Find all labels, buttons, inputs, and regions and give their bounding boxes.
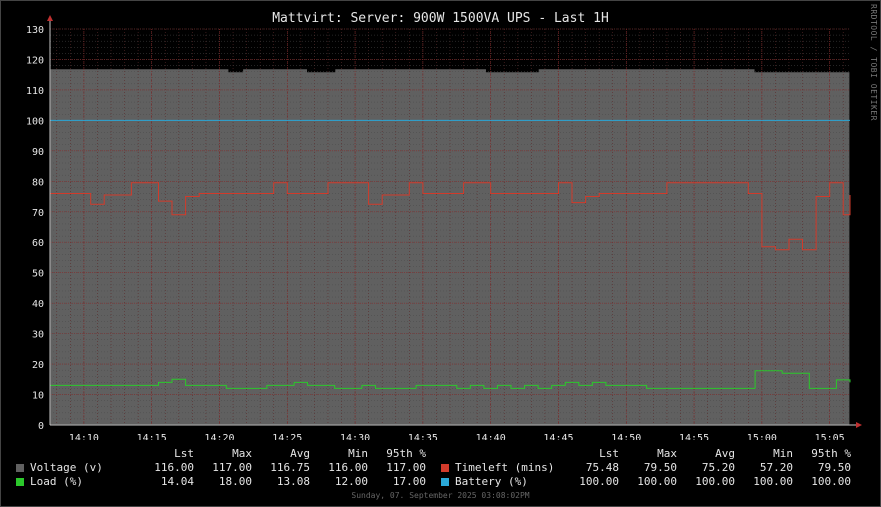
x-tick-label: 14:15	[137, 433, 167, 440]
legend-swatch	[16, 478, 24, 486]
legend-value-min: 12.00	[334, 475, 368, 488]
legend-value-95th: 117.00	[386, 461, 426, 474]
x-tick-label: 15:05	[815, 433, 845, 440]
legend-header-lst: Lst	[174, 447, 194, 460]
y-tick-label: 10	[32, 391, 44, 402]
chart-plot: 0 10 20 30 40 50 60 70 80 90 100 110 120 130 14:10 14:1…	[26, 15, 862, 440]
legend-value-max: 18.00	[218, 475, 252, 488]
legend-header-right: Lst Max Avg Min 95th %	[435, 447, 855, 461]
y-tick-label: 30	[32, 330, 44, 341]
x-tick-label: 15:00	[747, 433, 777, 440]
legend-label: Timeleft (mins)	[455, 461, 555, 474]
legend-header-max: Max	[232, 447, 252, 460]
legend-value-avg: 100.00	[695, 475, 735, 488]
legend-value-min: 57.20	[759, 461, 793, 474]
legend-header-left: Lst Max Avg Min 95th %	[10, 447, 430, 461]
legend-value-95th: 100.00	[811, 475, 851, 488]
y-tick-label: 130	[26, 25, 44, 36]
y-tick-label: 70	[32, 208, 44, 219]
y-tick-label: 120	[26, 55, 44, 66]
y-tick-label: 50	[32, 269, 44, 280]
x-tick-label: 14:40	[476, 433, 506, 440]
legend-value-avg: 116.75	[270, 461, 310, 474]
y-tick-label: 60	[32, 238, 44, 249]
y-tick-label: 90	[32, 147, 44, 158]
legend-value-lst: 116.00	[154, 461, 194, 474]
legend-header-lst: Lst	[599, 447, 619, 460]
legend-header-avg: Avg	[290, 447, 310, 460]
y-tick-label: 100	[26, 116, 44, 127]
legend-swatch	[441, 478, 449, 486]
legend-header-min: Min	[348, 447, 368, 460]
x-tick-label: 14:45	[543, 433, 573, 440]
timestamp-footer: Sunday, 07. September 2025 03:08:02PM	[351, 491, 530, 500]
legend-label: Battery (%)	[455, 475, 528, 488]
legend-header-max: Max	[657, 447, 677, 460]
legend-value-min: 100.00	[753, 475, 793, 488]
legend-value-min: 116.00	[328, 461, 368, 474]
legend-value-max: 117.00	[212, 461, 252, 474]
y-tick-label: 80	[32, 177, 44, 188]
legend-item-load: Load (%) 14.04 18.00 13.08 12.00 17.00	[10, 475, 430, 489]
x-tick-label: 14:55	[679, 433, 709, 440]
y-axis-arrow	[47, 15, 53, 21]
y-tick-label: 110	[26, 86, 44, 97]
legend-label: Load (%)	[30, 475, 83, 488]
legend-header-avg: Avg	[715, 447, 735, 460]
x-tick-label: 14:25	[272, 433, 302, 440]
legend-value-avg: 13.08	[276, 475, 310, 488]
legend-value-max: 100.00	[637, 475, 677, 488]
legend-value-lst: 100.00	[579, 475, 619, 488]
legend-value-max: 79.50	[643, 461, 677, 474]
legend-value-lst: 14.04	[160, 475, 194, 488]
legend-value-95th: 17.00	[392, 475, 426, 488]
legend-label: Voltage (v)	[30, 461, 103, 474]
y-tick-label: 0	[38, 421, 44, 432]
legend-value-avg: 75.20	[701, 461, 735, 474]
y-tick-label: 20	[32, 360, 44, 371]
x-tick-label: 14:20	[204, 433, 234, 440]
legend-swatch	[441, 464, 449, 472]
x-tick-label: 14:35	[408, 433, 438, 440]
legend-header-min: Min	[773, 447, 793, 460]
y-tick-label: 40	[32, 299, 44, 310]
x-tick-label: 14:50	[611, 433, 641, 440]
x-tick-label: 14:30	[340, 433, 370, 440]
legend-header-95th: 95th %	[386, 447, 426, 460]
legend-item-voltage: Voltage (v) 116.00 117.00 116.75 116.00 …	[10, 461, 430, 475]
legend-item-battery: Battery (%) 100.00 100.00 100.00 100.00 …	[435, 475, 855, 489]
legend-value-lst: 75.48	[585, 461, 619, 474]
legend-value-95th: 79.50	[817, 461, 851, 474]
legend-item-timeleft: Timeleft (mins) 75.48 79.50 75.20 57.20 …	[435, 461, 855, 475]
x-axis-arrow	[856, 422, 862, 428]
x-tick-label: 14:10	[69, 433, 99, 440]
legend-swatch	[16, 464, 24, 472]
legend-header-95th: 95th %	[811, 447, 851, 460]
